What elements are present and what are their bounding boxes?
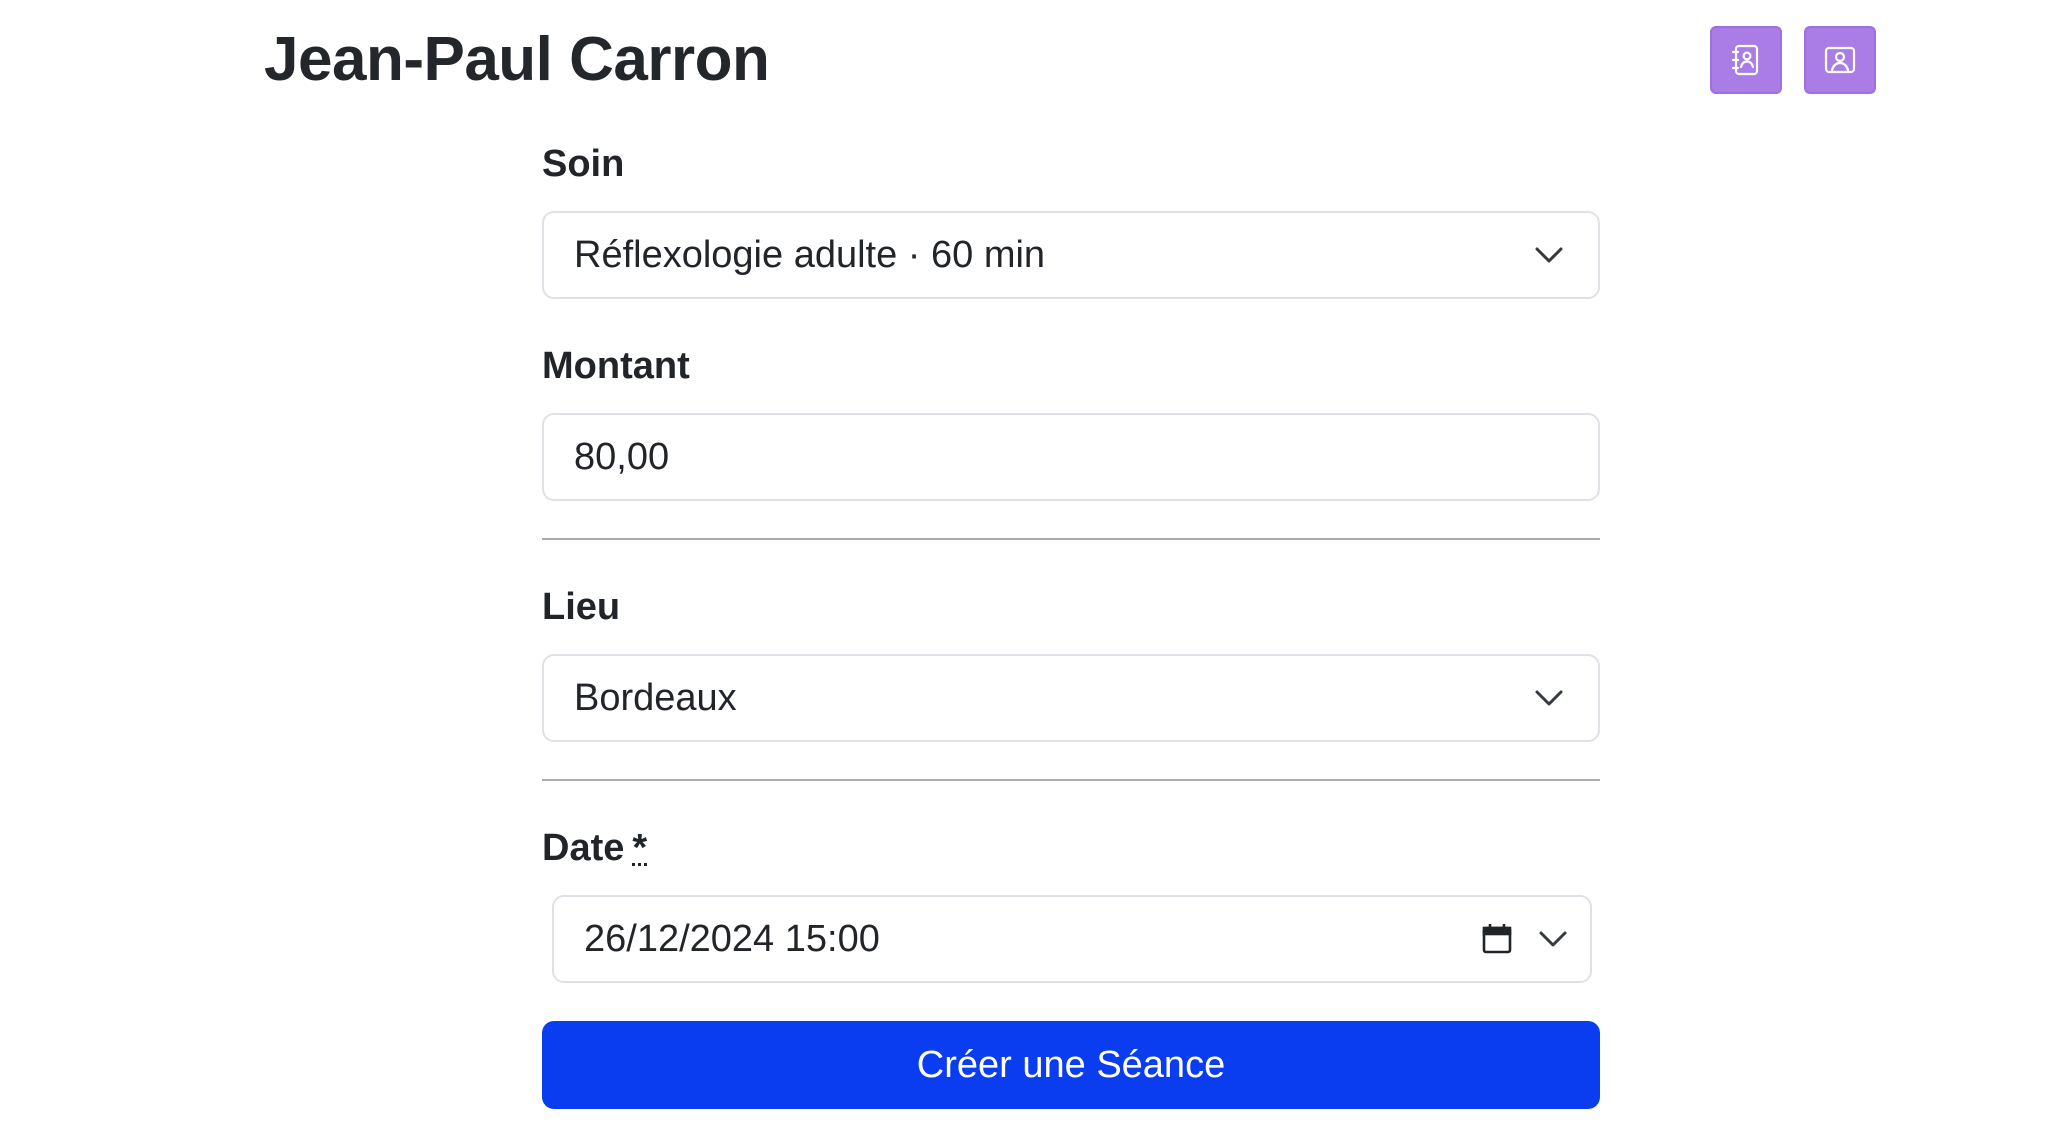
- lieu-label: Lieu: [542, 586, 621, 628]
- calendar-icon[interactable]: [1480, 922, 1514, 956]
- date-time-input[interactable]: 26/12/2024 15:00: [552, 895, 1592, 983]
- person-card-icon: [1824, 46, 1856, 74]
- soin-select-value: Réflexologie adulte · 60 min: [574, 233, 1046, 276]
- lieu-select[interactable]: Bordeaux: [542, 654, 1600, 742]
- contacts-book-icon: [1731, 44, 1759, 76]
- soin-label: Soin: [542, 143, 625, 185]
- soin-select[interactable]: Réflexologie adulte · 60 min: [542, 211, 1600, 299]
- page-title: Jean-Paul Carron: [264, 25, 770, 94]
- chevron-down-icon: [1535, 690, 1563, 706]
- date-label-text: Date: [542, 827, 625, 869]
- chevron-down-icon: [1535, 247, 1563, 263]
- profile-button[interactable]: [1804, 26, 1876, 94]
- divider: [542, 538, 1600, 540]
- montant-input[interactable]: 80,00: [542, 413, 1600, 501]
- date-time-value: 26/12/2024 15:00: [584, 917, 880, 960]
- montant-input-value: 80,00: [574, 435, 670, 478]
- lieu-select-value: Bordeaux: [574, 676, 737, 719]
- session-form-page: Jean-Paul Carron Soin Réflexologie adult…: [0, 0, 2048, 1133]
- required-marker: *: [632, 827, 648, 869]
- contacts-button[interactable]: [1710, 26, 1782, 94]
- chevron-down-icon[interactable]: [1538, 930, 1568, 948]
- create-session-button[interactable]: Créer une Séance: [542, 1021, 1600, 1109]
- date-label: Date *: [542, 825, 648, 871]
- montant-label: Montant: [542, 345, 690, 387]
- divider: [542, 779, 1600, 781]
